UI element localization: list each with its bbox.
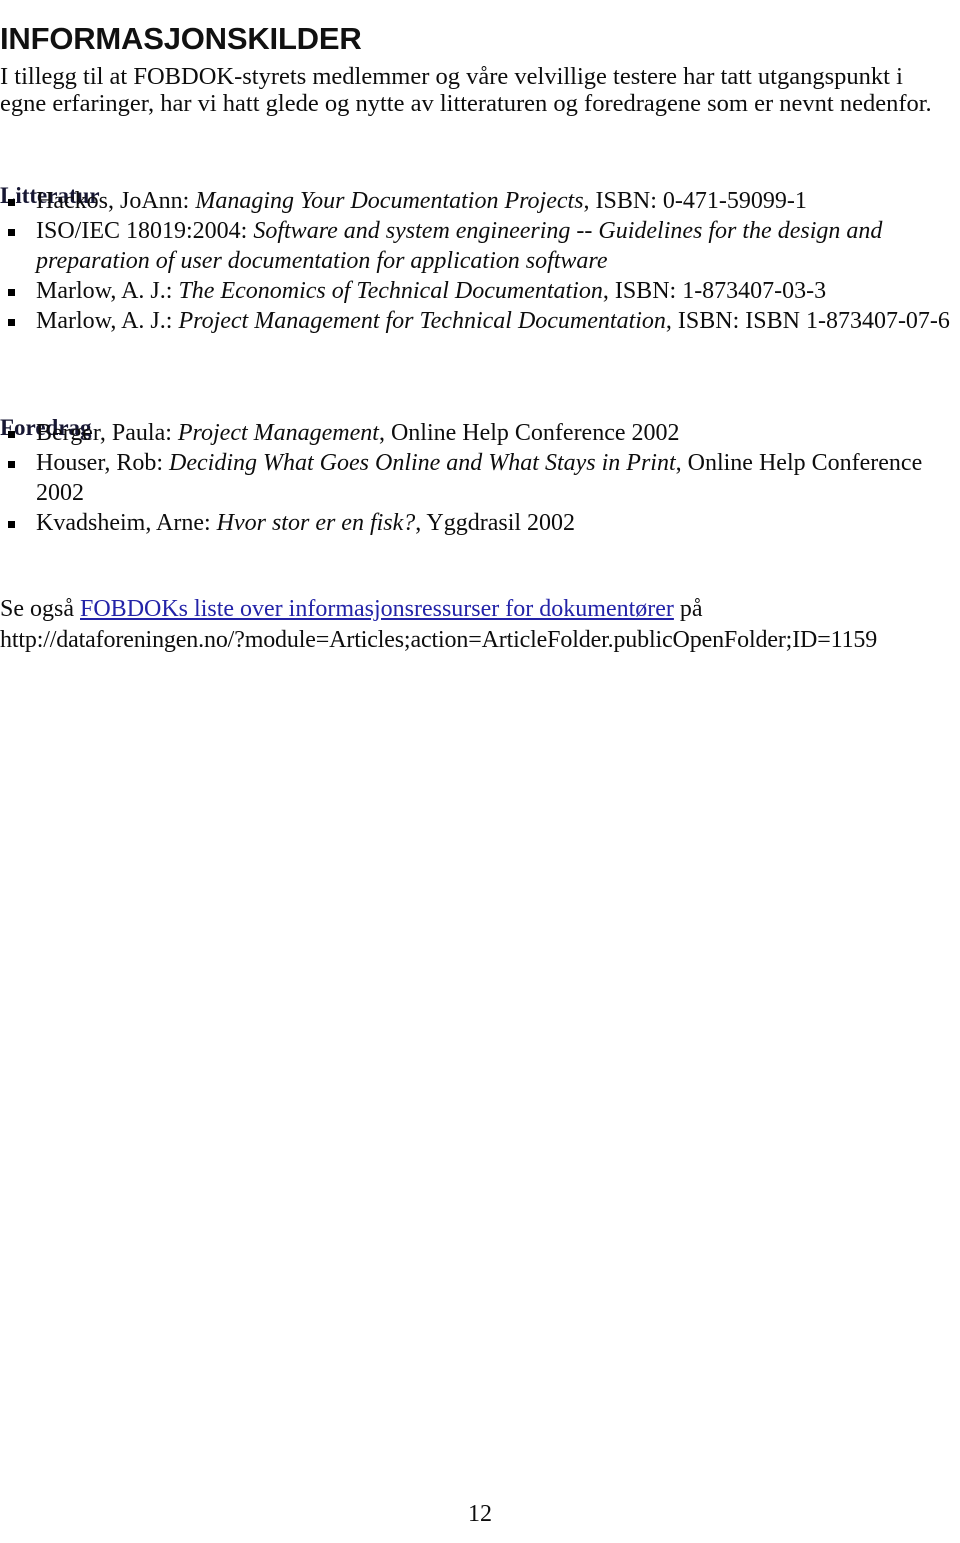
reference-author: Kvadsheim, Arne:: [36, 510, 217, 536]
reference-title: The Economics of Technical Documentation: [178, 278, 603, 304]
document-page: INFORMASJONSKILDER I tillegg til at FOBD…: [0, 0, 960, 1543]
reference-title: Project Management for Technical Documen…: [178, 308, 666, 334]
fobdok-resources-link[interactable]: FOBDOKs liste over informasjonsressurser…: [80, 596, 674, 622]
reference-title: Hvor stor er en fisk?: [216, 510, 416, 536]
list-item: Houser, Rob: Deciding What Goes Online a…: [0, 448, 952, 508]
see-also-suffix: på: [673, 596, 703, 622]
page-title: INFORMASJONSKILDER: [0, 20, 362, 56]
reference-trailing: , ISBN: 0-471-59099-1: [583, 188, 807, 214]
reference-author: ISO/IEC 18019:2004:: [36, 218, 254, 244]
reference-author: Marlow, A. J.:: [36, 308, 179, 334]
reference-title: Project Management: [177, 420, 379, 446]
foredrag-list: Berger, Paula: Project Management, Onlin…: [0, 418, 952, 538]
see-also-prefix: Se også: [0, 596, 80, 622]
list-item: Berger, Paula: Project Management, Onlin…: [0, 418, 952, 448]
reference-trailing: , ISBN: 1-873407-03-3: [602, 278, 827, 304]
reference-author: Houser, Rob:: [36, 450, 170, 476]
list-item: Hackos, JoAnn: Managing Your Documentati…: [0, 186, 952, 216]
page-number: 12: [468, 1501, 492, 1527]
reference-author: Hackos, JoAnn:: [36, 188, 196, 214]
see-also-paragraph: Se også FOBDOKs liste over informasjonsr…: [0, 594, 955, 656]
reference-trailing: , Yggdrasil 2002: [415, 510, 576, 536]
list-item: Kvadsheim, Arne: Hvor stor er en fisk?, …: [0, 508, 952, 538]
list-item: ISO/IEC 18019:2004: Software and system …: [0, 216, 952, 276]
reference-trailing: , ISBN: ISBN 1-873407-07-6: [665, 308, 950, 334]
list-item: Marlow, A. J.: Project Management for Te…: [0, 306, 952, 336]
reference-trailing: , Online Help Conference 2002: [378, 420, 680, 446]
reference-author: Berger, Paula:: [36, 420, 178, 446]
reference-title: Deciding What Goes Online and What Stays…: [169, 450, 676, 476]
reference-title: Managing Your Documentation Projects: [195, 188, 584, 214]
intro-paragraph: I tillegg til at FOBDOK-styrets medlemme…: [0, 62, 932, 118]
see-also-url: http://dataforeningen.no/?module=Article…: [0, 627, 878, 653]
reference-author: Marlow, A. J.:: [36, 278, 179, 304]
list-item: Marlow, A. J.: The Economics of Technica…: [0, 276, 952, 306]
litteratur-list: Hackos, JoAnn: Managing Your Documentati…: [0, 186, 952, 336]
